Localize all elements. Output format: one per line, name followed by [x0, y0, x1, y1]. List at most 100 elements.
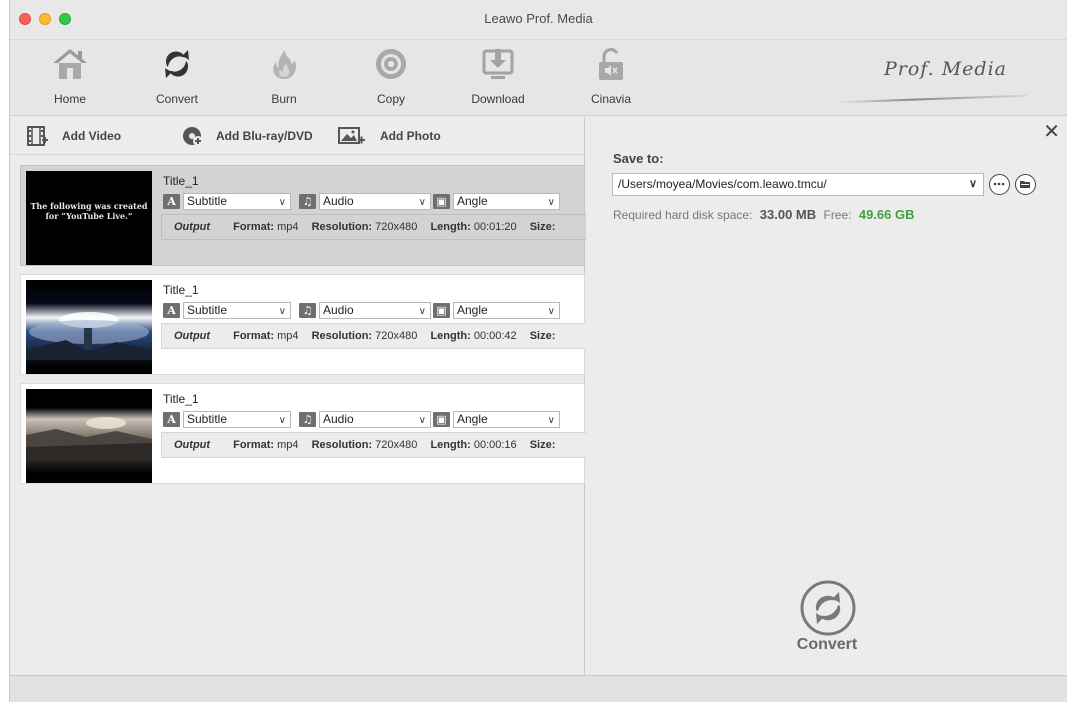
- open-folder-button[interactable]: [1015, 174, 1036, 195]
- audio-select[interactable]: ♫ Audio ∨: [299, 411, 431, 428]
- chevron-down-icon: ∨: [278, 306, 286, 317]
- window-title: Leawo Prof. Media: [484, 11, 593, 26]
- convert-icon: [165, 50, 189, 78]
- chevron-down-icon: ∨: [418, 306, 426, 317]
- film-add-icon: [27, 126, 48, 146]
- free-space-label: Free:: [823, 208, 852, 222]
- angle-icon: ▣: [433, 412, 450, 427]
- format-value: mp4: [277, 330, 299, 342]
- save-path-select[interactable]: /Users/moyea/Movies/com.leawo.tmcu/ ∨: [612, 173, 984, 196]
- toolbar-burn[interactable]: Burn: [239, 46, 329, 106]
- disk-space-info: Required hard disk space: 33.00 MB Free:…: [613, 207, 915, 222]
- audio-value: Audio: [323, 303, 354, 317]
- subtitle-value: Subtitle: [187, 303, 228, 317]
- audio-value: Audio: [323, 412, 354, 426]
- convert-settings-panel: ✕ Save to: /Users/moyea/Movies/com.leawo…: [586, 117, 1067, 675]
- browse-button[interactable]: [989, 174, 1010, 195]
- convert-icon: [800, 580, 856, 636]
- title-bar: Leawo Prof. Media: [10, 0, 1067, 40]
- length-value: 00:01:20: [473, 221, 517, 233]
- chevron-down-icon: ∨: [547, 415, 555, 426]
- subtitle-icon: A: [163, 412, 180, 427]
- close-icon[interactable]: ✕: [1043, 119, 1060, 144]
- toolbar-copy[interactable]: Copy: [346, 46, 436, 106]
- length-label: Length:: [430, 330, 471, 342]
- convert-button[interactable]: [798, 580, 858, 639]
- subtitle-icon: A: [163, 194, 180, 209]
- angle-select[interactable]: ▣ Angle ∨: [433, 302, 560, 319]
- size-label: Size:: [529, 330, 556, 342]
- subtitle-select[interactable]: A Subtitle ∨: [163, 302, 291, 319]
- resolution-label: Resolution:: [311, 221, 373, 233]
- toolbar-cinavia[interactable]: Cinavia: [566, 46, 656, 106]
- format-value: mp4: [277, 439, 299, 451]
- video-thumbnail: The following was created for “YouTube L…: [26, 171, 152, 265]
- audio-select[interactable]: ♫ Audio ∨: [299, 302, 431, 319]
- required-space-label: Required hard disk space:: [613, 208, 753, 222]
- chevron-down-icon: ∨: [278, 197, 286, 208]
- main-toolbar: Home Convert Burn Copy Download Cinavia …: [10, 40, 1067, 116]
- angle-select[interactable]: ▣ Angle ∨: [433, 411, 560, 428]
- more-icon: [993, 182, 1005, 186]
- length-label: Length:: [430, 221, 471, 233]
- audio-icon: ♫: [299, 194, 316, 209]
- angle-value: Angle: [457, 194, 488, 208]
- audio-icon: ♫: [299, 303, 316, 318]
- format-label: Format:: [233, 330, 275, 342]
- angle-value: Angle: [457, 412, 488, 426]
- resolution-value: 720x480: [375, 330, 418, 342]
- audio-value: Audio: [323, 194, 354, 208]
- toolbar-label-cinavia: Cinavia: [590, 92, 632, 106]
- save-path-value: /Users/moyea/Movies/com.leawo.tmcu/: [618, 177, 827, 191]
- subtitle-select[interactable]: A Subtitle ∨: [163, 193, 291, 210]
- toolbar-download[interactable]: Download: [453, 46, 543, 106]
- toolbar-label-convert: Convert: [155, 92, 199, 106]
- chevron-down-icon: ∨: [418, 197, 426, 208]
- resolution-value: 720x480: [375, 221, 418, 233]
- output-info: Output Format: mp4 Resolution: 720x480 L…: [161, 323, 586, 349]
- toolbar-label-download: Download: [471, 92, 525, 106]
- output-info: Output Format: mp4 Resolution: 720x480 L…: [161, 214, 586, 240]
- angle-select[interactable]: ▣ Angle ∨: [433, 193, 560, 210]
- brand-logo: Prof. Media: [883, 58, 1007, 80]
- chevron-down-icon: ∨: [418, 415, 426, 426]
- item-title: Title_1: [163, 283, 199, 297]
- toolbar-home[interactable]: Home: [25, 46, 115, 106]
- output-label: Output: [174, 330, 211, 342]
- brand-swoosh: [837, 94, 1027, 104]
- format-label: Format:: [233, 221, 275, 233]
- length-label: Length:: [430, 439, 471, 451]
- length-value: 00:00:42: [473, 330, 517, 342]
- list-item[interactable]: The following was created for “YouTube L…: [20, 165, 586, 266]
- resolution-label: Resolution:: [311, 439, 373, 451]
- cinavia-icon: [599, 48, 623, 80]
- video-thumbnail: [26, 389, 152, 483]
- movie-still-image: [26, 312, 152, 360]
- download-icon: [482, 49, 514, 79]
- toolbar-label-home: Home: [53, 92, 86, 106]
- convert-button-label[interactable]: Convert: [772, 636, 882, 654]
- video-list: The following was created for “YouTube L…: [20, 165, 586, 492]
- status-bar: [10, 675, 1067, 702]
- toolbar-label-copy: Copy: [376, 92, 405, 106]
- size-label: Size:: [529, 439, 556, 451]
- add-bar: Add Video Add Blu-ray/DVD Add Photo: [10, 117, 584, 155]
- length-value: 00:00:16: [473, 439, 517, 451]
- list-item[interactable]: Title_1 A Subtitle ∨ ♫ Audio ∨ ▣ Angle ∨ Ou…: [20, 274, 586, 375]
- item-title: Title_1: [163, 174, 199, 188]
- size-label: Size:: [529, 221, 556, 233]
- save-to-label: Save to:: [613, 151, 664, 166]
- subtitle-select[interactable]: A Subtitle ∨: [163, 411, 291, 428]
- angle-icon: ▣: [433, 194, 450, 209]
- add-photo-button[interactable]: Add Photo: [338, 125, 441, 147]
- resolution-label: Resolution:: [311, 330, 373, 342]
- chevron-down-icon: ∨: [547, 306, 555, 317]
- add-bluray-dvd-button[interactable]: Add Blu-ray/DVD: [182, 125, 313, 147]
- toolbar-convert[interactable]: Convert: [132, 46, 222, 106]
- list-item[interactable]: Title_1 A Subtitle ∨ ♫ Audio ∨ ▣ Angle ∨ Ou…: [20, 383, 586, 484]
- output-info: Output Format: mp4 Resolution: 720x480 L…: [161, 432, 586, 458]
- app-window: Leawo Prof. Media Home Convert Burn Copy…: [9, 0, 1067, 702]
- audio-select[interactable]: ♫ Audio ∨: [299, 193, 431, 210]
- subtitle-value: Subtitle: [187, 194, 228, 208]
- add-video-button[interactable]: Add Video: [26, 125, 121, 147]
